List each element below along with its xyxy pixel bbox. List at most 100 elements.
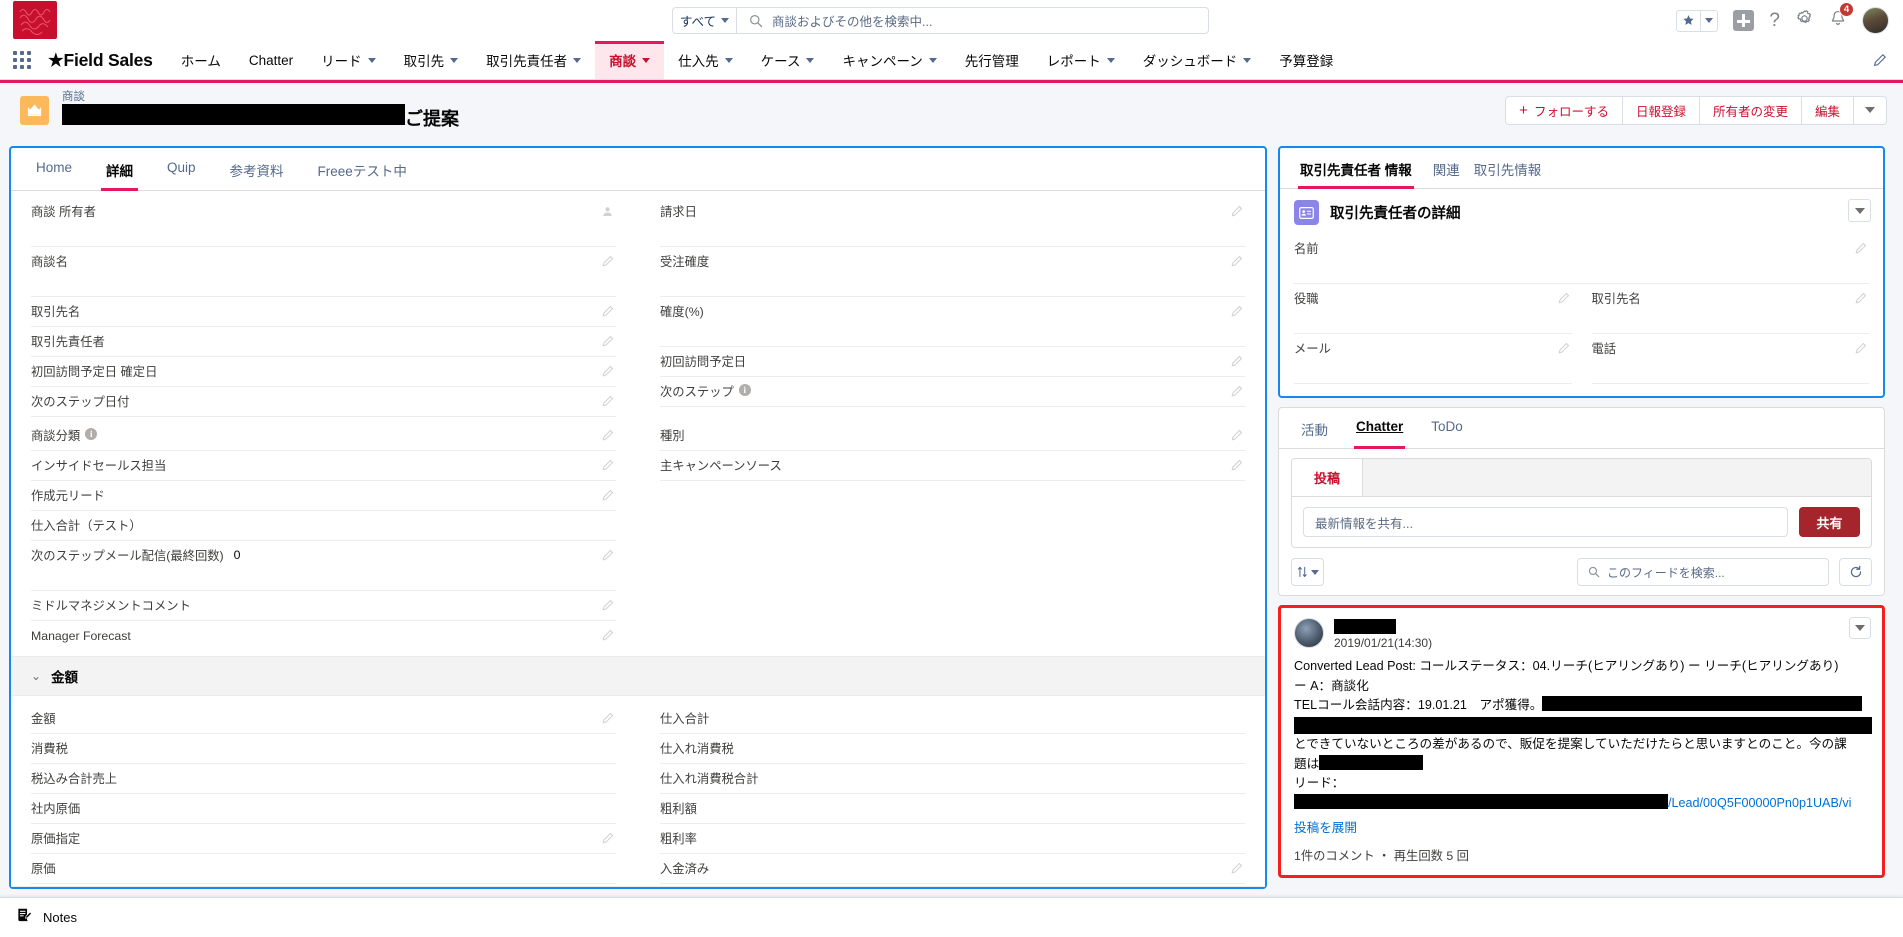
- tab-freee-test[interactable]: Freeeテスト中: [301, 148, 424, 190]
- field-cost-specification[interactable]: 原価指定: [31, 824, 616, 854]
- field-payment-received[interactable]: 入金済み: [660, 854, 1245, 884]
- field-contact-title[interactable]: 役職: [1294, 284, 1572, 334]
- field-win-probability-level[interactable]: 受注確度: [660, 247, 1245, 297]
- field-next-step[interactable]: 次のステップ i: [660, 377, 1245, 407]
- tab-home[interactable]: Home: [19, 148, 89, 190]
- pencil-icon[interactable]: [1230, 255, 1243, 273]
- field-primary-campaign-source[interactable]: 主キャンペーンソース: [660, 451, 1245, 481]
- notifications-button[interactable]: 4: [1829, 9, 1847, 33]
- nav-item-contacts[interactable]: 取引先責任者: [472, 41, 595, 79]
- pencil-icon[interactable]: [601, 395, 614, 413]
- tab-related[interactable]: 関連: [1426, 148, 1467, 188]
- star-icon[interactable]: [1677, 11, 1700, 31]
- sort-button[interactable]: [1291, 558, 1324, 586]
- field-source-lead[interactable]: 作成元リード: [31, 481, 616, 511]
- search-scope-dropdown[interactable]: すべて: [673, 8, 737, 33]
- nav-item-campaigns[interactable]: キャンペーン: [828, 41, 950, 79]
- pencil-icon[interactable]: [1230, 385, 1243, 403]
- pencil-icon[interactable]: [1230, 429, 1243, 447]
- expand-post-link[interactable]: 投稿を展開: [1294, 821, 1357, 835]
- field-opportunity-name[interactable]: 商談名: [31, 247, 616, 297]
- pencil-icon[interactable]: [601, 629, 614, 647]
- info-icon[interactable]: i: [739, 384, 751, 396]
- info-icon[interactable]: i: [85, 428, 97, 440]
- field-opportunity-category[interactable]: 商談分類 i: [31, 421, 616, 451]
- nav-item-leads[interactable]: リード: [307, 41, 390, 79]
- more-actions-button[interactable]: [1853, 96, 1887, 125]
- feed-search-input[interactable]: このフィードを検索...: [1577, 558, 1829, 586]
- collapse-contact-card-button[interactable]: [1848, 199, 1871, 222]
- app-launcher-icon[interactable]: [0, 41, 44, 79]
- pencil-icon[interactable]: [601, 549, 614, 567]
- nav-item-advance-management[interactable]: 先行管理: [951, 41, 1033, 79]
- field-contact-email[interactable]: メール: [1294, 334, 1572, 384]
- nav-item-dashboards[interactable]: ダッシュボード: [1129, 41, 1266, 79]
- follow-button[interactable]: + フォローする: [1505, 96, 1623, 125]
- favorites-group[interactable]: [1676, 10, 1718, 32]
- favorites-chevron-down-icon[interactable]: [1700, 11, 1717, 31]
- tab-chatter[interactable]: Chatter: [1342, 408, 1417, 448]
- global-search[interactable]: すべて 商談およびその他を検索中...: [672, 7, 1209, 34]
- app-name[interactable]: ★Field Sales: [44, 41, 167, 79]
- nav-item-opportunities[interactable]: 商談: [595, 41, 664, 79]
- field-opportunity-owner[interactable]: 商談 所有者: [31, 197, 616, 247]
- pencil-icon[interactable]: [601, 599, 614, 617]
- pencil-icon[interactable]: [1854, 292, 1867, 310]
- pencil-icon[interactable]: [601, 335, 614, 353]
- field-next-step-date[interactable]: 次のステップ日付: [31, 387, 616, 417]
- field-amount[interactable]: 金額: [31, 704, 616, 734]
- nav-item-budget[interactable]: 予算登録: [1265, 41, 1347, 79]
- pencil-icon[interactable]: [1230, 862, 1243, 880]
- tab-activity[interactable]: 活動: [1287, 408, 1342, 448]
- pencil-icon[interactable]: [601, 489, 614, 507]
- lead-link[interactable]: /Lead/00Q5F00000Pn0p1UAB/vi: [1668, 796, 1851, 810]
- post-link-line[interactable]: /Lead/00Q5F00000Pn0p1UAB/vi: [1294, 794, 1869, 814]
- tab-details[interactable]: 詳細: [89, 148, 150, 190]
- field-account-name[interactable]: 取引先名: [31, 297, 616, 327]
- refresh-button[interactable]: [1839, 558, 1872, 586]
- search-input[interactable]: 商談およびその他を検索中...: [737, 8, 1208, 33]
- edit-nav-pencil-icon[interactable]: [1872, 41, 1903, 79]
- post-author-avatar[interactable]: [1294, 618, 1324, 648]
- field-middle-management-comment[interactable]: ミドルマネジメントコメント: [31, 591, 616, 621]
- field-billing-date[interactable]: 請求日: [660, 197, 1245, 247]
- nav-item-cases[interactable]: ケース: [747, 41, 829, 79]
- pencil-icon[interactable]: [1854, 342, 1867, 360]
- pencil-icon[interactable]: [601, 365, 614, 383]
- share-button[interactable]: 共有: [1799, 507, 1860, 537]
- tab-account-info[interactable]: 取引先情報: [1467, 148, 1549, 188]
- field-contact-phone[interactable]: 電話: [1592, 334, 1870, 384]
- pencil-icon[interactable]: [601, 712, 614, 730]
- pencil-icon[interactable]: [1230, 205, 1243, 223]
- tab-reference-materials[interactable]: 参考資料: [213, 148, 301, 190]
- field-type[interactable]: 種別: [660, 421, 1245, 451]
- pencil-icon[interactable]: [1230, 305, 1243, 323]
- field-contact[interactable]: 取引先責任者: [31, 327, 616, 357]
- tab-quip[interactable]: Quip: [150, 148, 213, 190]
- field-contact-account-name[interactable]: 取引先名: [1592, 284, 1870, 334]
- nav-item-chatter[interactable]: Chatter: [235, 41, 307, 79]
- field-contact-name[interactable]: 名前: [1294, 234, 1869, 284]
- pencil-icon[interactable]: [1854, 242, 1867, 260]
- plus-icon[interactable]: [1733, 10, 1754, 31]
- pencil-icon[interactable]: [1230, 459, 1243, 477]
- field-next-step-mail-count[interactable]: 次のステップメール配信(最終回数) 0: [31, 541, 616, 591]
- field-probability-percent[interactable]: 確度(%): [660, 297, 1245, 347]
- tab-contact-info[interactable]: 取引先責任者 情報: [1286, 148, 1426, 188]
- edit-button[interactable]: 編集: [1801, 96, 1854, 125]
- gear-icon[interactable]: [1795, 9, 1814, 33]
- pencil-icon[interactable]: [601, 429, 614, 447]
- chevron-down-icon[interactable]: ⌄: [31, 669, 41, 683]
- daily-report-button[interactable]: 日報登録: [1622, 96, 1700, 125]
- field-first-visit-date[interactable]: 初回訪問予定日: [660, 347, 1245, 377]
- nav-item-reports[interactable]: レポート: [1033, 41, 1129, 79]
- nav-item-home[interactable]: ホーム: [167, 41, 235, 79]
- pencil-icon[interactable]: [601, 459, 614, 477]
- publisher-tab-post[interactable]: 投稿: [1292, 459, 1363, 496]
- publisher-input[interactable]: 最新情報を共有...: [1303, 507, 1788, 537]
- pencil-icon[interactable]: [1557, 292, 1570, 310]
- help-icon[interactable]: ?: [1769, 11, 1780, 30]
- pencil-icon[interactable]: [1230, 355, 1243, 373]
- brand-logo[interactable]: [13, 1, 57, 39]
- nav-item-vendors[interactable]: 仕入先: [664, 41, 747, 79]
